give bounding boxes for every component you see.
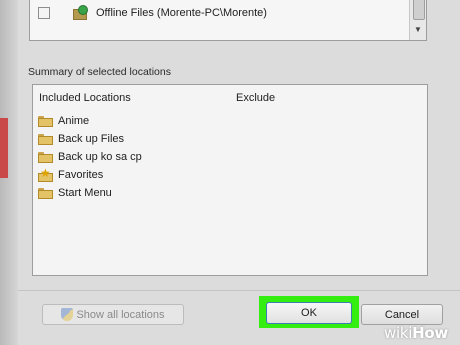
- offline-files-checkbox[interactable]: [38, 7, 50, 19]
- offline-files-icon: [72, 5, 90, 21]
- folder-icon: [38, 151, 53, 163]
- tree-item-label: Offline Files (Morente-PC\Morente): [96, 7, 267, 19]
- list-item-label: Anime: [58, 115, 90, 127]
- watermark-part1: wiki: [384, 324, 413, 342]
- scroll-down-arrow-icon[interactable]: ▼: [414, 25, 422, 34]
- show-all-locations-label: Show all locations: [76, 308, 165, 321]
- watermark-part2: How: [412, 324, 448, 342]
- list-item: Back up ko sa cp: [38, 148, 142, 166]
- folder-icon: [38, 187, 53, 199]
- show-all-locations-button[interactable]: Show all locations: [42, 304, 184, 325]
- tree-scrollbar[interactable]: ▼: [409, 0, 426, 40]
- cancel-button[interactable]: Cancel: [361, 304, 443, 325]
- footer-divider: [18, 290, 460, 291]
- list-item: ★ Favorites: [38, 166, 142, 184]
- scrollbar-thumb[interactable]: [413, 0, 425, 20]
- background-window-accent: [0, 118, 8, 178]
- favorites-folder-icon: ★: [38, 166, 53, 182]
- list-item: Anime: [38, 112, 142, 130]
- summary-list: Included Locations Exclude Anime Back up…: [32, 84, 428, 276]
- shield-icon: [61, 308, 74, 321]
- list-item-label: Back up Files: [58, 133, 125, 145]
- folder-icon: [38, 133, 53, 145]
- ok-button[interactable]: OK: [266, 302, 352, 324]
- list-item: Back up Files: [38, 130, 142, 148]
- list-item-label: Favorites: [58, 169, 104, 181]
- list-item-label: Start Menu: [58, 187, 112, 199]
- tree-item-offline-files[interactable]: Offline Files (Morente-PC\Morente): [38, 4, 267, 22]
- list-item-label: Back up ko sa cp: [58, 151, 142, 163]
- wikihow-watermark: wikiHow: [384, 324, 448, 342]
- list-item: Start Menu: [38, 184, 142, 202]
- column-header-exclude: Exclude: [236, 92, 276, 104]
- summary-label: Summary of selected locations: [28, 66, 171, 78]
- folder-icon: [38, 115, 53, 127]
- locations-tree[interactable]: Offline Files (Morente-PC\Morente) ▼: [29, 0, 427, 41]
- column-header-included: Included Locations: [39, 92, 131, 104]
